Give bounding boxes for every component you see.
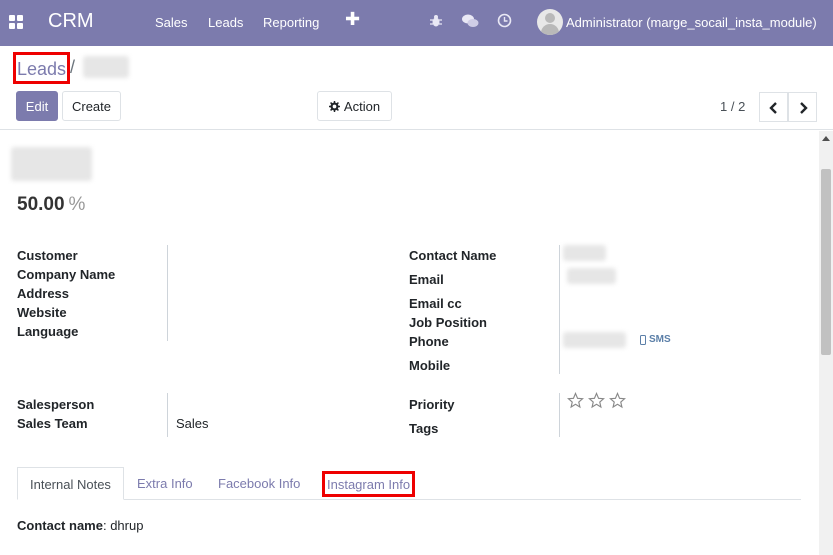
activities-clock-icon[interactable]: [497, 13, 512, 28]
label-contact-name: Contact Name: [409, 248, 497, 263]
label-language: Language: [17, 324, 79, 339]
pager-next-button[interactable]: [788, 92, 817, 122]
scrollbar[interactable]: [819, 131, 833, 555]
user-menu[interactable]: Administrator (marge_socail_insta_module…: [566, 15, 817, 30]
quick-create-icon[interactable]: ✚: [345, 9, 360, 30]
menu-leads[interactable]: Leads: [208, 15, 243, 30]
priority-group-divider: [559, 393, 560, 437]
label-customer: Customer: [17, 248, 78, 263]
label-priority: Priority: [409, 397, 455, 412]
action-button[interactable]: Action: [317, 91, 392, 121]
priority-star-icon[interactable]: [609, 392, 626, 409]
breadcrumb-highlight[interactable]: Leads: [13, 52, 71, 84]
breadcrumb-separator: /: [70, 57, 76, 77]
email-redacted: [567, 268, 616, 284]
action-label: Action: [343, 98, 381, 114]
pager-previous-button[interactable]: [759, 92, 788, 122]
label-email: Email: [409, 272, 444, 287]
label-phone: Phone: [409, 334, 449, 349]
internal-note: Contact name: dhrup: [17, 518, 143, 533]
right-group-divider: [559, 245, 560, 374]
note-label: Contact name: [17, 518, 103, 533]
label-sales-team: Sales Team: [17, 416, 88, 431]
tab-instagram-info[interactable]: Instagram Info: [322, 471, 416, 497]
label-salesperson: Salesperson: [17, 397, 95, 412]
probability[interactable]: 50.00%: [17, 194, 85, 216]
sms-button[interactable]: SMS: [649, 334, 671, 345]
probability-value: 50.00: [17, 194, 65, 215]
priority-star-icon[interactable]: [588, 392, 605, 409]
pager-value[interactable]: 1 / 2: [720, 99, 745, 114]
lead-name-redacted: [11, 147, 92, 181]
app-title: CRM: [48, 10, 94, 32]
top-navbar: CRM Sales Leads Reporting ✚ Administrato…: [0, 0, 833, 46]
contact-name-redacted: [563, 245, 606, 261]
label-email-cc: Email cc: [409, 296, 462, 311]
create-button[interactable]: Create: [62, 91, 121, 121]
breadcrumb-current-redacted: [83, 56, 129, 78]
edit-button[interactable]: Edit: [16, 91, 58, 121]
sales-group-divider: [167, 393, 168, 437]
tab-facebook-info[interactable]: Facebook Info: [218, 467, 300, 500]
tab-internal-notes[interactable]: Internal Notes: [17, 467, 124, 500]
breadcrumb-leads[interactable]: Leads: [17, 59, 66, 79]
chevron-left-icon: [769, 102, 777, 114]
mobile-phone-icon: [640, 335, 646, 345]
user-avatar[interactable]: [537, 9, 563, 35]
sales-team-value[interactable]: Sales: [176, 416, 209, 431]
probability-unit: %: [68, 194, 86, 215]
phone-redacted: [563, 332, 626, 348]
apps-grid-icon[interactable]: [9, 15, 23, 29]
messages-icon[interactable]: [462, 14, 479, 28]
priority-star-icon[interactable]: [567, 392, 584, 409]
chevron-right-icon: [800, 102, 808, 114]
menu-reporting[interactable]: Reporting: [263, 15, 319, 30]
menu-sales[interactable]: Sales: [155, 15, 188, 30]
label-website: Website: [17, 305, 67, 320]
note-value: : dhrup: [102, 518, 144, 533]
debug-bug-icon[interactable]: [429, 14, 443, 28]
tab-extra-info[interactable]: Extra Info: [137, 467, 193, 500]
label-tags: Tags: [409, 421, 439, 436]
label-address: Address: [17, 286, 70, 301]
label-job-position: Job Position: [409, 315, 487, 330]
label-mobile: Mobile: [409, 358, 451, 373]
gear-icon: [328, 100, 340, 112]
label-company-name: Company Name: [17, 267, 116, 282]
left-group-divider: [167, 245, 168, 341]
